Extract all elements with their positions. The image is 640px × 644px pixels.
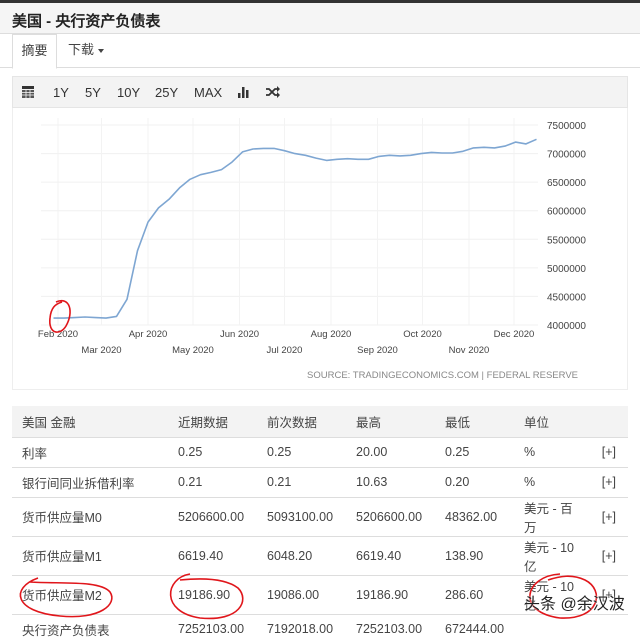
table-cell: 672444.00 (435, 613, 514, 644)
expand-button[interactable] (584, 613, 628, 644)
tab-bar: 摘要 下载 (0, 34, 640, 69)
range-5y-button[interactable]: 5Y (85, 85, 101, 100)
caret-down-icon (98, 48, 105, 53)
tab-summary[interactable]: 摘要 (12, 34, 57, 69)
column-header: 近期数据 (168, 406, 257, 437)
tab-download-label: 下载 (68, 42, 95, 57)
x-tick-label: Dec 2020 (494, 329, 535, 340)
x-tick-label: Mar 2020 (81, 345, 121, 356)
table-cell: 286.60 (435, 574, 514, 614)
balance-sheet-line-chart: 7500000 7000000 6500000 6000000 5500000 50000… (38, 118, 586, 381)
column-header: 前次数据 (257, 406, 346, 437)
table-cell: 0.25 (435, 436, 514, 467)
column-header: 最高 (346, 406, 435, 437)
expand-button[interactable]: [+] (584, 436, 628, 467)
table-cell: 20.00 (346, 436, 435, 467)
watermark: 头条 @余汉波 (524, 596, 625, 613)
table-cell: 6619.40 (346, 535, 435, 575)
table-cell: 0.25 (257, 436, 346, 467)
table-cell: % (514, 436, 584, 467)
column-header: 美国 金融 (12, 406, 168, 437)
x-tick-label: May 2020 (172, 345, 214, 356)
table-row: 利率 0.25 0.25 20.00 0.25% [+] (12, 436, 628, 467)
x-tick-label: Jun 2020 (220, 329, 259, 340)
table-cell: 7252103.00 (346, 613, 435, 644)
y-tick-label: 7500000 (547, 121, 586, 132)
table-row: 央行资产负债表 7252103.00 7192018.00 7252103.00 672… (12, 613, 628, 644)
table-cell: 6048.20 (257, 535, 346, 575)
calendar-icon[interactable] (22, 86, 34, 98)
table-cell: 7192018.00 (257, 613, 346, 644)
indicator-name-link[interactable]: 央行资产负债表 (12, 613, 168, 644)
chart-area: 7500000 7000000 6500000 6000000 5500000 50000… (12, 108, 628, 390)
table-cell: 10.63 (346, 466, 435, 497)
page-title: 美国 - 央行资产负债表 (12, 13, 161, 30)
expand-button[interactable]: [+] (584, 466, 628, 497)
expand-button[interactable]: [+] (584, 496, 628, 536)
indicator-name-link[interactable]: 银行间同业拆借利率 (12, 466, 168, 497)
indicator-name-link[interactable]: 货币供应量M1 (12, 535, 168, 575)
y-tick-label: 5500000 (547, 235, 586, 246)
bar-chart-icon[interactable] (238, 86, 249, 98)
range-25y-button[interactable]: 25Y (155, 85, 178, 100)
table-cell: 0.25 (168, 436, 257, 467)
table-cell: 5206600.00 (168, 496, 257, 536)
table-cell: 美元 - 10亿 (514, 535, 584, 575)
table-cell: 138.90 (435, 535, 514, 575)
table-cell: 6619.40 (168, 535, 257, 575)
y-tick-label: 4000000 (547, 321, 586, 332)
y-tick-label: 6500000 (547, 178, 586, 189)
x-tick-label: Oct 2020 (403, 329, 442, 340)
balance-sheet-series-line (53, 138, 537, 319)
title-bar: 美国 - 央行资产负债表 (0, 3, 640, 34)
y-tick-label: 5000000 (547, 264, 586, 275)
indicator-name-link[interactable]: 利率 (12, 436, 168, 467)
range-1y-button[interactable]: 1Y (53, 85, 69, 100)
table-cell: 5093100.00 (257, 496, 346, 536)
table-cell: 19186.90 (346, 574, 435, 614)
tab-download[interactable]: 下载 (68, 34, 105, 68)
column-header: 最低 (435, 406, 514, 437)
table-cell: 19186.90 (168, 574, 257, 614)
column-header: 单位 (514, 406, 584, 437)
table-row: 货币供应量M0 5206600.00 5093100.00 5206600.00 483… (12, 496, 628, 536)
table-row: 银行间同业拆借利率 0.21 0.21 10.63 0.20% [+] (12, 466, 628, 497)
table-cell: 0.20 (435, 466, 514, 497)
x-tick-label: Nov 2020 (449, 345, 490, 356)
table-header-row: 美国 金融 近期数据 前次数据 最高 最低 单位 (12, 406, 628, 437)
table-cell: 美元 - 百万 (514, 496, 584, 536)
x-tick-label: Sep 2020 (357, 345, 398, 356)
y-tick-label: 6000000 (547, 207, 586, 218)
expand-button[interactable]: [+] (584, 535, 628, 575)
table-cell: 48362.00 (435, 496, 514, 536)
table-cell: % (514, 466, 584, 497)
range-10y-button[interactable]: 10Y (117, 85, 140, 100)
x-tick-label: Jul 2020 (267, 345, 303, 356)
indicator-name-link[interactable]: 货币供应量M0 (12, 496, 168, 536)
indicator-name-link[interactable]: 货币供应量M2 (12, 574, 168, 614)
table-cell: 19086.00 (257, 574, 346, 614)
y-tick-label: 7000000 (547, 150, 586, 161)
chart-toolbar: 1Y 5Y 10Y 25Y MAX (12, 76, 628, 108)
table-cell: 5206600.00 (346, 496, 435, 536)
x-tick-label: Feb 2020 (38, 329, 78, 340)
column-header (584, 406, 628, 437)
range-max-button[interactable]: MAX (194, 85, 222, 100)
chart-source-label: SOURCE: TRADINGECONOMICS.COM | FEDERAL R… (307, 370, 578, 381)
table-row: 货币供应量M1 6619.40 6048.20 6619.40 138.90 美元 - 1… (12, 535, 628, 575)
table-cell: 7252103.00 (168, 613, 257, 644)
table-cell: 0.21 (168, 466, 257, 497)
table-cell: 0.21 (257, 466, 346, 497)
x-tick-label: Aug 2020 (311, 329, 352, 340)
table-cell (514, 613, 584, 644)
x-tick-label: Apr 2020 (129, 329, 168, 340)
shuffle-icon[interactable] (266, 86, 280, 98)
y-tick-label: 4500000 (547, 292, 586, 303)
